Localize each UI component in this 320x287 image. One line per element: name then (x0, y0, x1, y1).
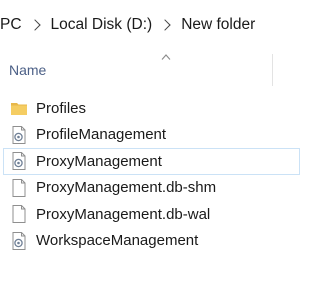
file-list: Profiles ProfileManagement ProxyManageme… (0, 95, 300, 254)
list-item-workspacemanagement[interactable]: WorkspaceManagement (0, 228, 300, 255)
file-name: ProxyManagement.db-shm (36, 179, 217, 197)
breadcrumb-item-new-folder[interactable]: New folder (181, 16, 255, 34)
file-name: ProxyManagement (36, 152, 162, 170)
file-name: ProxyManagement.db-wal (36, 205, 211, 223)
list-item-profiles[interactable]: Profiles (0, 95, 300, 122)
file-name: ProfileManagement (36, 126, 167, 144)
file-gear-icon (12, 231, 26, 250)
file-icon (12, 178, 26, 197)
list-item-proxymanagement-db-wal[interactable]: ProxyManagement.db-wal (0, 201, 300, 228)
file-name: Profiles (36, 99, 87, 117)
folder-icon (11, 103, 27, 116)
name-column-header[interactable]: Name (9, 62, 46, 78)
breadcrumb-separator-chevron-icon[interactable] (28, 19, 41, 31)
list-item-profilemanagement[interactable]: ProfileManagement (0, 122, 300, 149)
file-icon (12, 205, 26, 224)
file-gear-icon (12, 125, 26, 144)
breadcrumb-item-local-disk[interactable]: Local Disk (D:) (51, 16, 153, 34)
list-item-proxymanagement-db-shm[interactable]: ProxyManagement.db-shm (0, 175, 300, 202)
sort-ascending-icon (161, 54, 171, 60)
breadcrumb: PC Local Disk (D:) New folder (0, 0, 300, 50)
breadcrumb-item-pc[interactable]: PC (0, 16, 22, 34)
list-item-proxymanagement[interactable]: ProxyManagement (3, 148, 300, 175)
file-name: WorkspaceManagement (36, 232, 199, 250)
breadcrumb-separator-chevron-icon[interactable] (159, 19, 171, 31)
column-divider[interactable] (272, 54, 273, 86)
file-gear-icon (12, 152, 26, 171)
